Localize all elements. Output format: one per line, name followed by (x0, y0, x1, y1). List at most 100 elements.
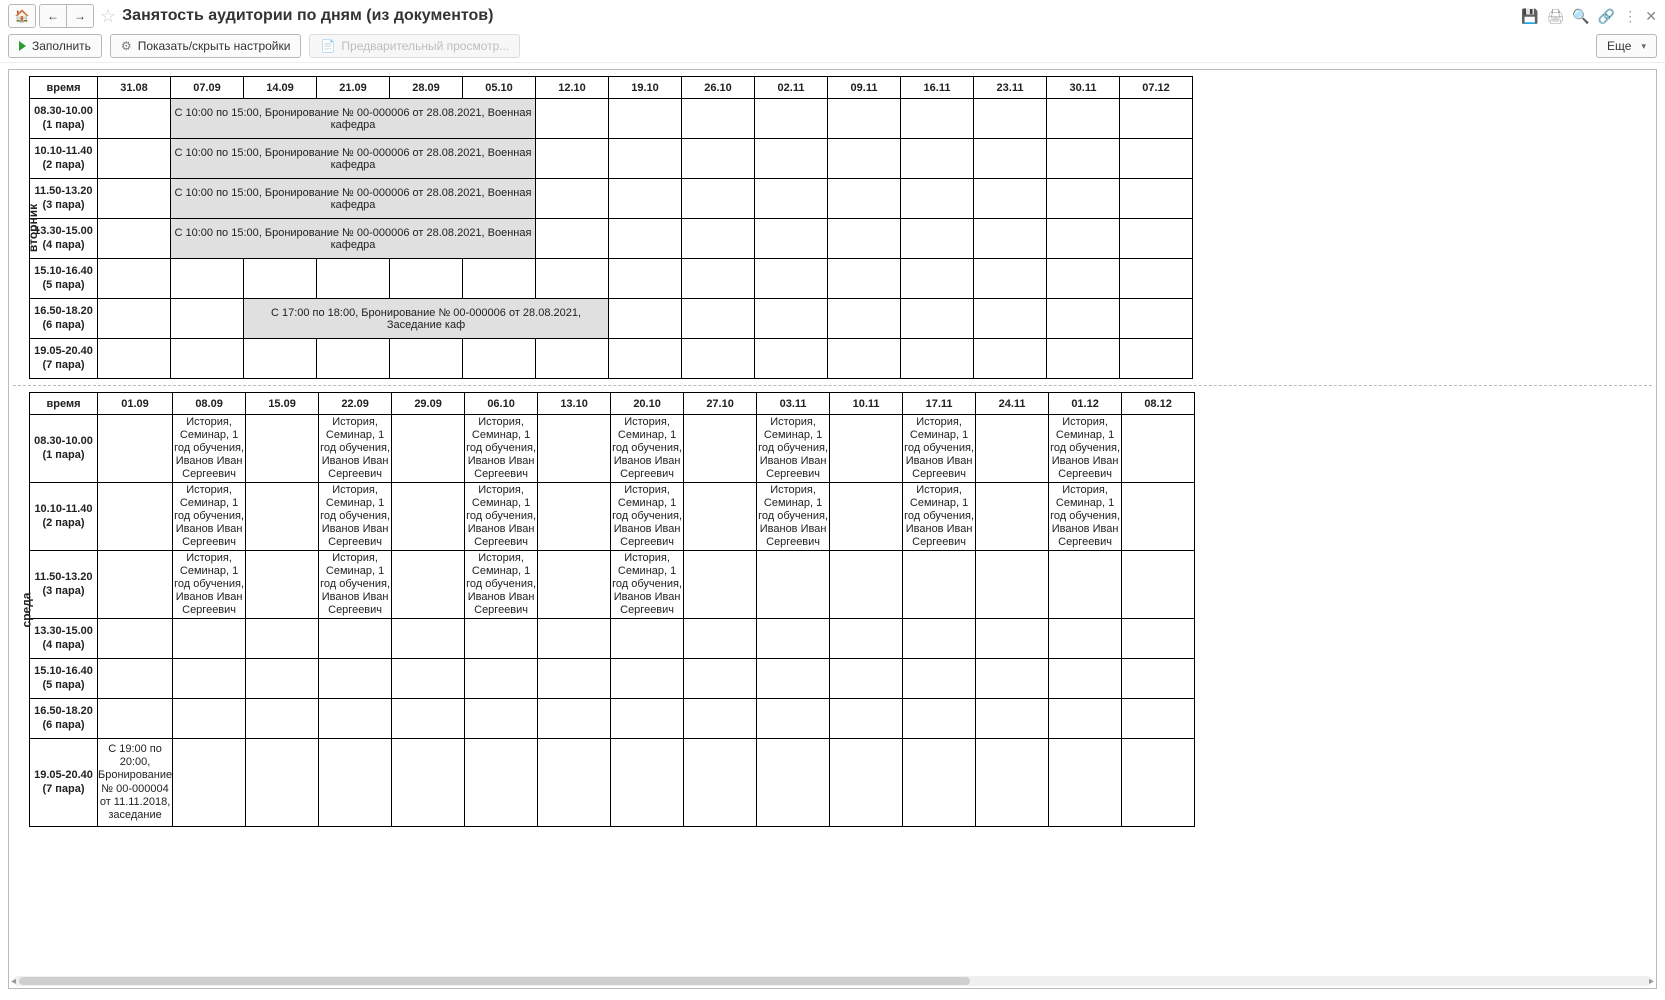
empty-cell (1120, 259, 1193, 299)
toggle-settings-label: Показать/скрыть настройки (138, 39, 291, 53)
nav-forward-button[interactable]: → (66, 4, 94, 28)
date-header: 20.10 (611, 393, 684, 415)
empty-cell (536, 179, 609, 219)
empty-cell (828, 299, 901, 339)
empty-cell (609, 339, 682, 379)
lecture-cell: История, Семинар, 1 год обучения, Иванов… (173, 551, 246, 619)
scroll-left-icon[interactable]: ◂ (11, 976, 16, 987)
empty-cell (538, 551, 611, 619)
empty-cell (974, 299, 1047, 339)
empty-cell (757, 659, 830, 699)
save-icon[interactable]: 💾 (1521, 8, 1538, 25)
lecture-cell: История, Семинар, 1 год обучения, Иванов… (319, 551, 392, 619)
booking-cell: С 10:00 по 15:00, Бронирование № 00-0000… (171, 99, 536, 139)
fill-button[interactable]: Заполнить (8, 34, 102, 58)
empty-cell (830, 699, 903, 739)
close-icon[interactable]: ✕ (1645, 8, 1657, 25)
empty-cell (976, 415, 1049, 483)
empty-cell (974, 259, 1047, 299)
date-header: 19.10 (609, 77, 682, 99)
empty-cell (246, 551, 319, 619)
date-header: 01.09 (98, 393, 173, 415)
empty-cell (392, 551, 465, 619)
empty-cell (684, 619, 757, 659)
empty-cell (682, 299, 755, 339)
link-icon[interactable]: 🔗 (1598, 8, 1615, 25)
empty-cell (755, 299, 828, 339)
empty-cell (828, 179, 901, 219)
empty-cell (976, 551, 1049, 619)
toggle-settings-button[interactable]: ⚙ Показать/скрыть настройки (110, 34, 302, 58)
lecture-cell: История, Семинар, 1 год обучения, Иванов… (465, 483, 538, 551)
kebab-menu-icon[interactable]: ⋮ (1623, 8, 1637, 25)
empty-cell (538, 699, 611, 739)
lecture-cell: История, Семинар, 1 год обучения, Иванов… (319, 483, 392, 551)
empty-cell (682, 99, 755, 139)
preview-button[interactable]: 📄 Предварительный просмотр... (309, 34, 520, 58)
empty-cell (1047, 179, 1120, 219)
empty-cell (755, 179, 828, 219)
booking-cell: С 10:00 по 15:00, Бронирование № 00-0000… (171, 179, 536, 219)
date-header: 08.12 (1122, 393, 1195, 415)
empty-cell (611, 739, 684, 827)
empty-cell (682, 139, 755, 179)
empty-cell (1120, 219, 1193, 259)
date-header: 09.11 (828, 77, 901, 99)
date-header: 22.09 (319, 393, 392, 415)
favorite-star-icon[interactable]: ☆ (100, 6, 116, 27)
time-cell: 19.05-20.40(7 пара) (30, 739, 98, 827)
date-header: 15.09 (246, 393, 319, 415)
day-divider (13, 385, 1652, 386)
lecture-cell: История, Семинар, 1 год обучения, Иванов… (903, 483, 976, 551)
empty-cell (246, 415, 319, 483)
empty-cell (901, 259, 974, 299)
nav-back-button[interactable]: ← (39, 4, 67, 28)
empty-cell (317, 259, 390, 299)
empty-cell (246, 739, 319, 827)
empty-cell (1122, 619, 1195, 659)
empty-cell (828, 259, 901, 299)
empty-cell (976, 699, 1049, 739)
empty-cell (830, 483, 903, 551)
empty-cell (538, 659, 611, 699)
search-report-icon[interactable]: 🔍 (1572, 8, 1589, 25)
empty-cell (1120, 179, 1193, 219)
empty-cell (684, 659, 757, 699)
home-button[interactable]: 🏠 (8, 4, 36, 28)
empty-cell (828, 139, 901, 179)
document-icon: 📄 (320, 39, 335, 53)
day-block: средавремя01.0908.0915.0922.0929.0906.10… (13, 392, 1652, 827)
empty-cell (465, 699, 538, 739)
date-header: 14.09 (244, 77, 317, 99)
table-row: 13.30-15.00(4 пара)С 10:00 по 15:00, Бро… (30, 219, 1193, 259)
empty-cell (463, 339, 536, 379)
empty-cell (1047, 259, 1120, 299)
empty-cell (684, 699, 757, 739)
empty-cell (682, 339, 755, 379)
empty-cell (755, 339, 828, 379)
print-icon[interactable]: 🖨 (1547, 8, 1565, 25)
empty-cell (901, 339, 974, 379)
empty-cell (976, 739, 1049, 827)
empty-cell (98, 259, 171, 299)
empty-cell (976, 483, 1049, 551)
empty-cell (98, 619, 173, 659)
lecture-cell: История, Семинар, 1 год обучения, Иванов… (319, 415, 392, 483)
report-scroll[interactable]: вторниквремя31.0807.0914.0921.0928.0905.… (9, 70, 1656, 974)
scrollbar-thumb[interactable] (19, 977, 970, 985)
time-cell: 10.10-11.40(2 пара) (30, 139, 98, 179)
empty-cell (538, 483, 611, 551)
date-header: 23.11 (974, 77, 1047, 99)
titlebar: 🏠 ← → ☆ Занятость аудитории по дням (из … (0, 0, 1665, 30)
empty-cell (317, 339, 390, 379)
empty-cell (901, 299, 974, 339)
horizontal-scrollbar[interactable]: ◂ ▸ (13, 976, 1652, 986)
more-button[interactable]: Еще ▾ (1596, 34, 1657, 58)
scroll-right-icon[interactable]: ▸ (1649, 976, 1654, 987)
time-header: время (30, 77, 98, 99)
table-row: 10.10-11.40(2 пара)С 10:00 по 15:00, Бро… (30, 139, 1193, 179)
booking-cell: С 10:00 по 15:00, Бронирование № 00-0000… (171, 219, 536, 259)
date-header: 02.11 (755, 77, 828, 99)
empty-cell (98, 299, 171, 339)
empty-cell (682, 179, 755, 219)
